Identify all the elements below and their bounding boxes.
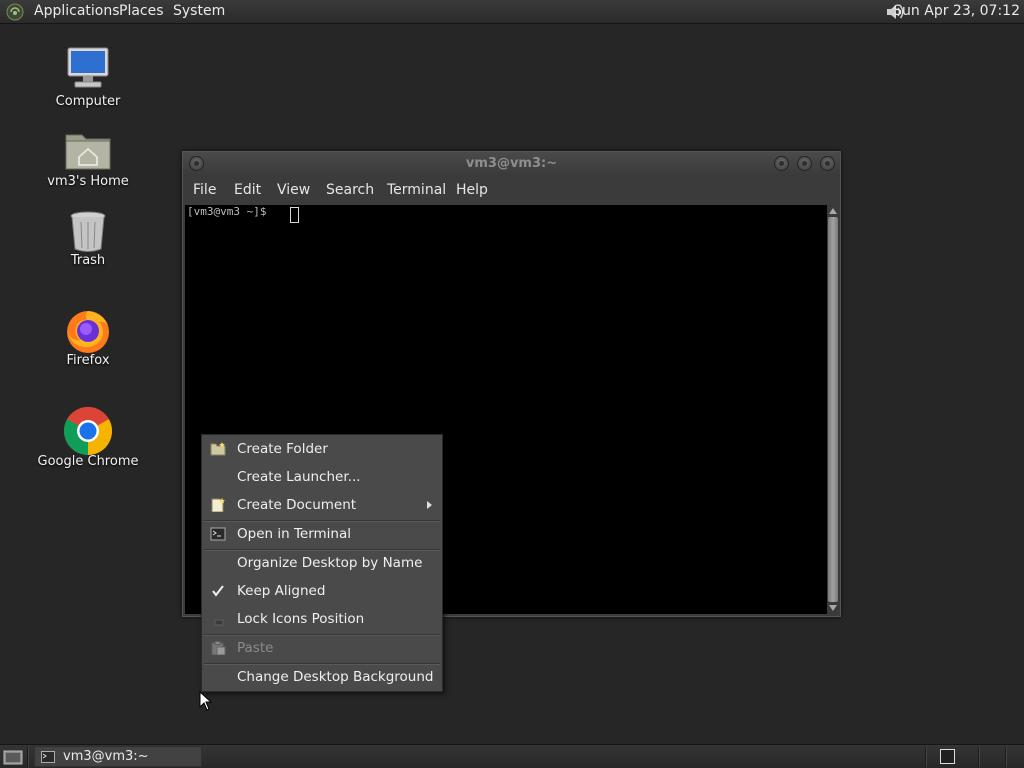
- menu-item-label: Create Document: [237, 497, 357, 513]
- menu-edit[interactable]: Edit: [234, 182, 261, 198]
- panel-divider: [925, 747, 927, 767]
- computer-icon: [67, 47, 109, 88]
- desktop-icon-label: Computer: [55, 94, 121, 109]
- menu-item-label: Create Folder: [237, 441, 328, 457]
- scroll-down-arrow-icon[interactable]: [829, 605, 837, 611]
- menu-item-label: Create Launcher...: [237, 469, 361, 485]
- chrome-icon: [63, 406, 113, 455]
- scrollbar-thumb[interactable]: [828, 217, 838, 602]
- desktop-icon-home[interactable]: vm3's Home: [33, 127, 143, 197]
- menu-item-create-folder[interactable]: Create Folder: [202, 435, 442, 463]
- home-folder-icon: [65, 134, 111, 170]
- desktop-icon-trash[interactable]: Trash: [33, 208, 143, 278]
- menu-item-label: Change Desktop Background: [237, 669, 434, 685]
- terminal-menubar: File Edit View Search Terminal Help: [183, 176, 840, 205]
- menu-item-organize-desktop[interactable]: Organize Desktop by Name: [202, 549, 442, 577]
- clock[interactable]: Sun Apr 23, 07:12: [893, 3, 1020, 19]
- menu-item-open-in-terminal[interactable]: Open in Terminal: [202, 520, 442, 548]
- menu-item-keep-aligned[interactable]: Keep Aligned: [202, 577, 442, 605]
- new-folder-icon: [210, 442, 226, 456]
- desktop-icon-firefox[interactable]: Firefox: [33, 305, 143, 375]
- check-icon: [212, 585, 224, 597]
- menu-item-create-launcher[interactable]: Create Launcher...: [202, 463, 442, 491]
- vertical-scrollbar[interactable]: [827, 205, 839, 614]
- trash-icon: [70, 211, 106, 252]
- bottom-panel: vm3@vm3:~: [0, 744, 1024, 768]
- menu-item-change-desktop-background[interactable]: Change Desktop Background: [202, 663, 442, 691]
- new-document-icon: [211, 498, 225, 512]
- places-menu[interactable]: Places: [119, 3, 164, 19]
- desktop-icon-computer[interactable]: Computer: [33, 45, 143, 115]
- taskbar-button-terminal[interactable]: vm3@vm3:~: [34, 746, 202, 767]
- menu-file[interactable]: File: [193, 182, 216, 198]
- unchecked-box-icon: [214, 619, 224, 626]
- desktop-icon-label: Google Chrome: [37, 454, 139, 469]
- panel-divider: [978, 747, 980, 767]
- close-button[interactable]: [820, 156, 835, 171]
- terminal-icon: [41, 751, 55, 763]
- minimize-button[interactable]: [774, 156, 789, 171]
- menu-item-label: Paste: [237, 640, 274, 656]
- maximize-button[interactable]: [797, 156, 812, 171]
- paste-icon: [211, 641, 226, 655]
- system-menu[interactable]: System: [173, 3, 225, 19]
- scroll-up-arrow-icon[interactable]: [829, 208, 837, 214]
- taskbar-button-label: vm3@vm3:~: [63, 749, 149, 764]
- window-title-bar[interactable]: vm3@vm3:~: [183, 152, 840, 176]
- menu-search[interactable]: Search: [326, 182, 374, 198]
- desktop-context-menu: Create Folder Create Launcher... Create …: [201, 434, 443, 692]
- submenu-arrow-icon: [427, 501, 432, 509]
- menu-item-label: Keep Aligned: [237, 583, 326, 599]
- panel-divider: [1005, 747, 1007, 767]
- shell-prompt: [vm3@vm3 ~]$: [187, 205, 274, 218]
- menu-item-paste: Paste: [202, 634, 442, 662]
- show-desktop-icon[interactable]: [3, 748, 23, 765]
- text-cursor: [290, 207, 299, 223]
- gnome-foot-icon[interactable]: [6, 3, 24, 21]
- terminal-icon: [210, 527, 226, 541]
- firefox-icon: [67, 311, 109, 353]
- top-panel: Applications Places System Sun Apr 23, 0…: [0, 0, 1024, 24]
- menu-terminal[interactable]: Terminal: [387, 182, 446, 198]
- menu-item-label: Lock Icons Position: [237, 611, 365, 627]
- desktop-icon-label: vm3's Home: [47, 174, 129, 189]
- applications-menu[interactable]: Applications: [34, 3, 120, 19]
- panel-divider: [27, 747, 29, 767]
- menu-item-label: Open in Terminal: [237, 526, 351, 542]
- menu-item-lock-icons-position[interactable]: Lock Icons Position: [202, 605, 442, 633]
- menu-item-create-document[interactable]: Create Document: [202, 491, 442, 519]
- desktop-icon-label: Firefox: [66, 353, 110, 368]
- mouse-pointer-icon: [199, 691, 213, 711]
- menu-view[interactable]: View: [277, 182, 310, 198]
- workspace-switcher[interactable]: [940, 749, 955, 764]
- desktop-icon-chrome[interactable]: Google Chrome: [33, 405, 143, 475]
- desktop-icon-label: Trash: [70, 253, 106, 268]
- window-title: vm3@vm3:~: [465, 156, 558, 171]
- menu-item-label: Organize Desktop by Name: [237, 555, 423, 571]
- menu-help[interactable]: Help: [456, 182, 488, 198]
